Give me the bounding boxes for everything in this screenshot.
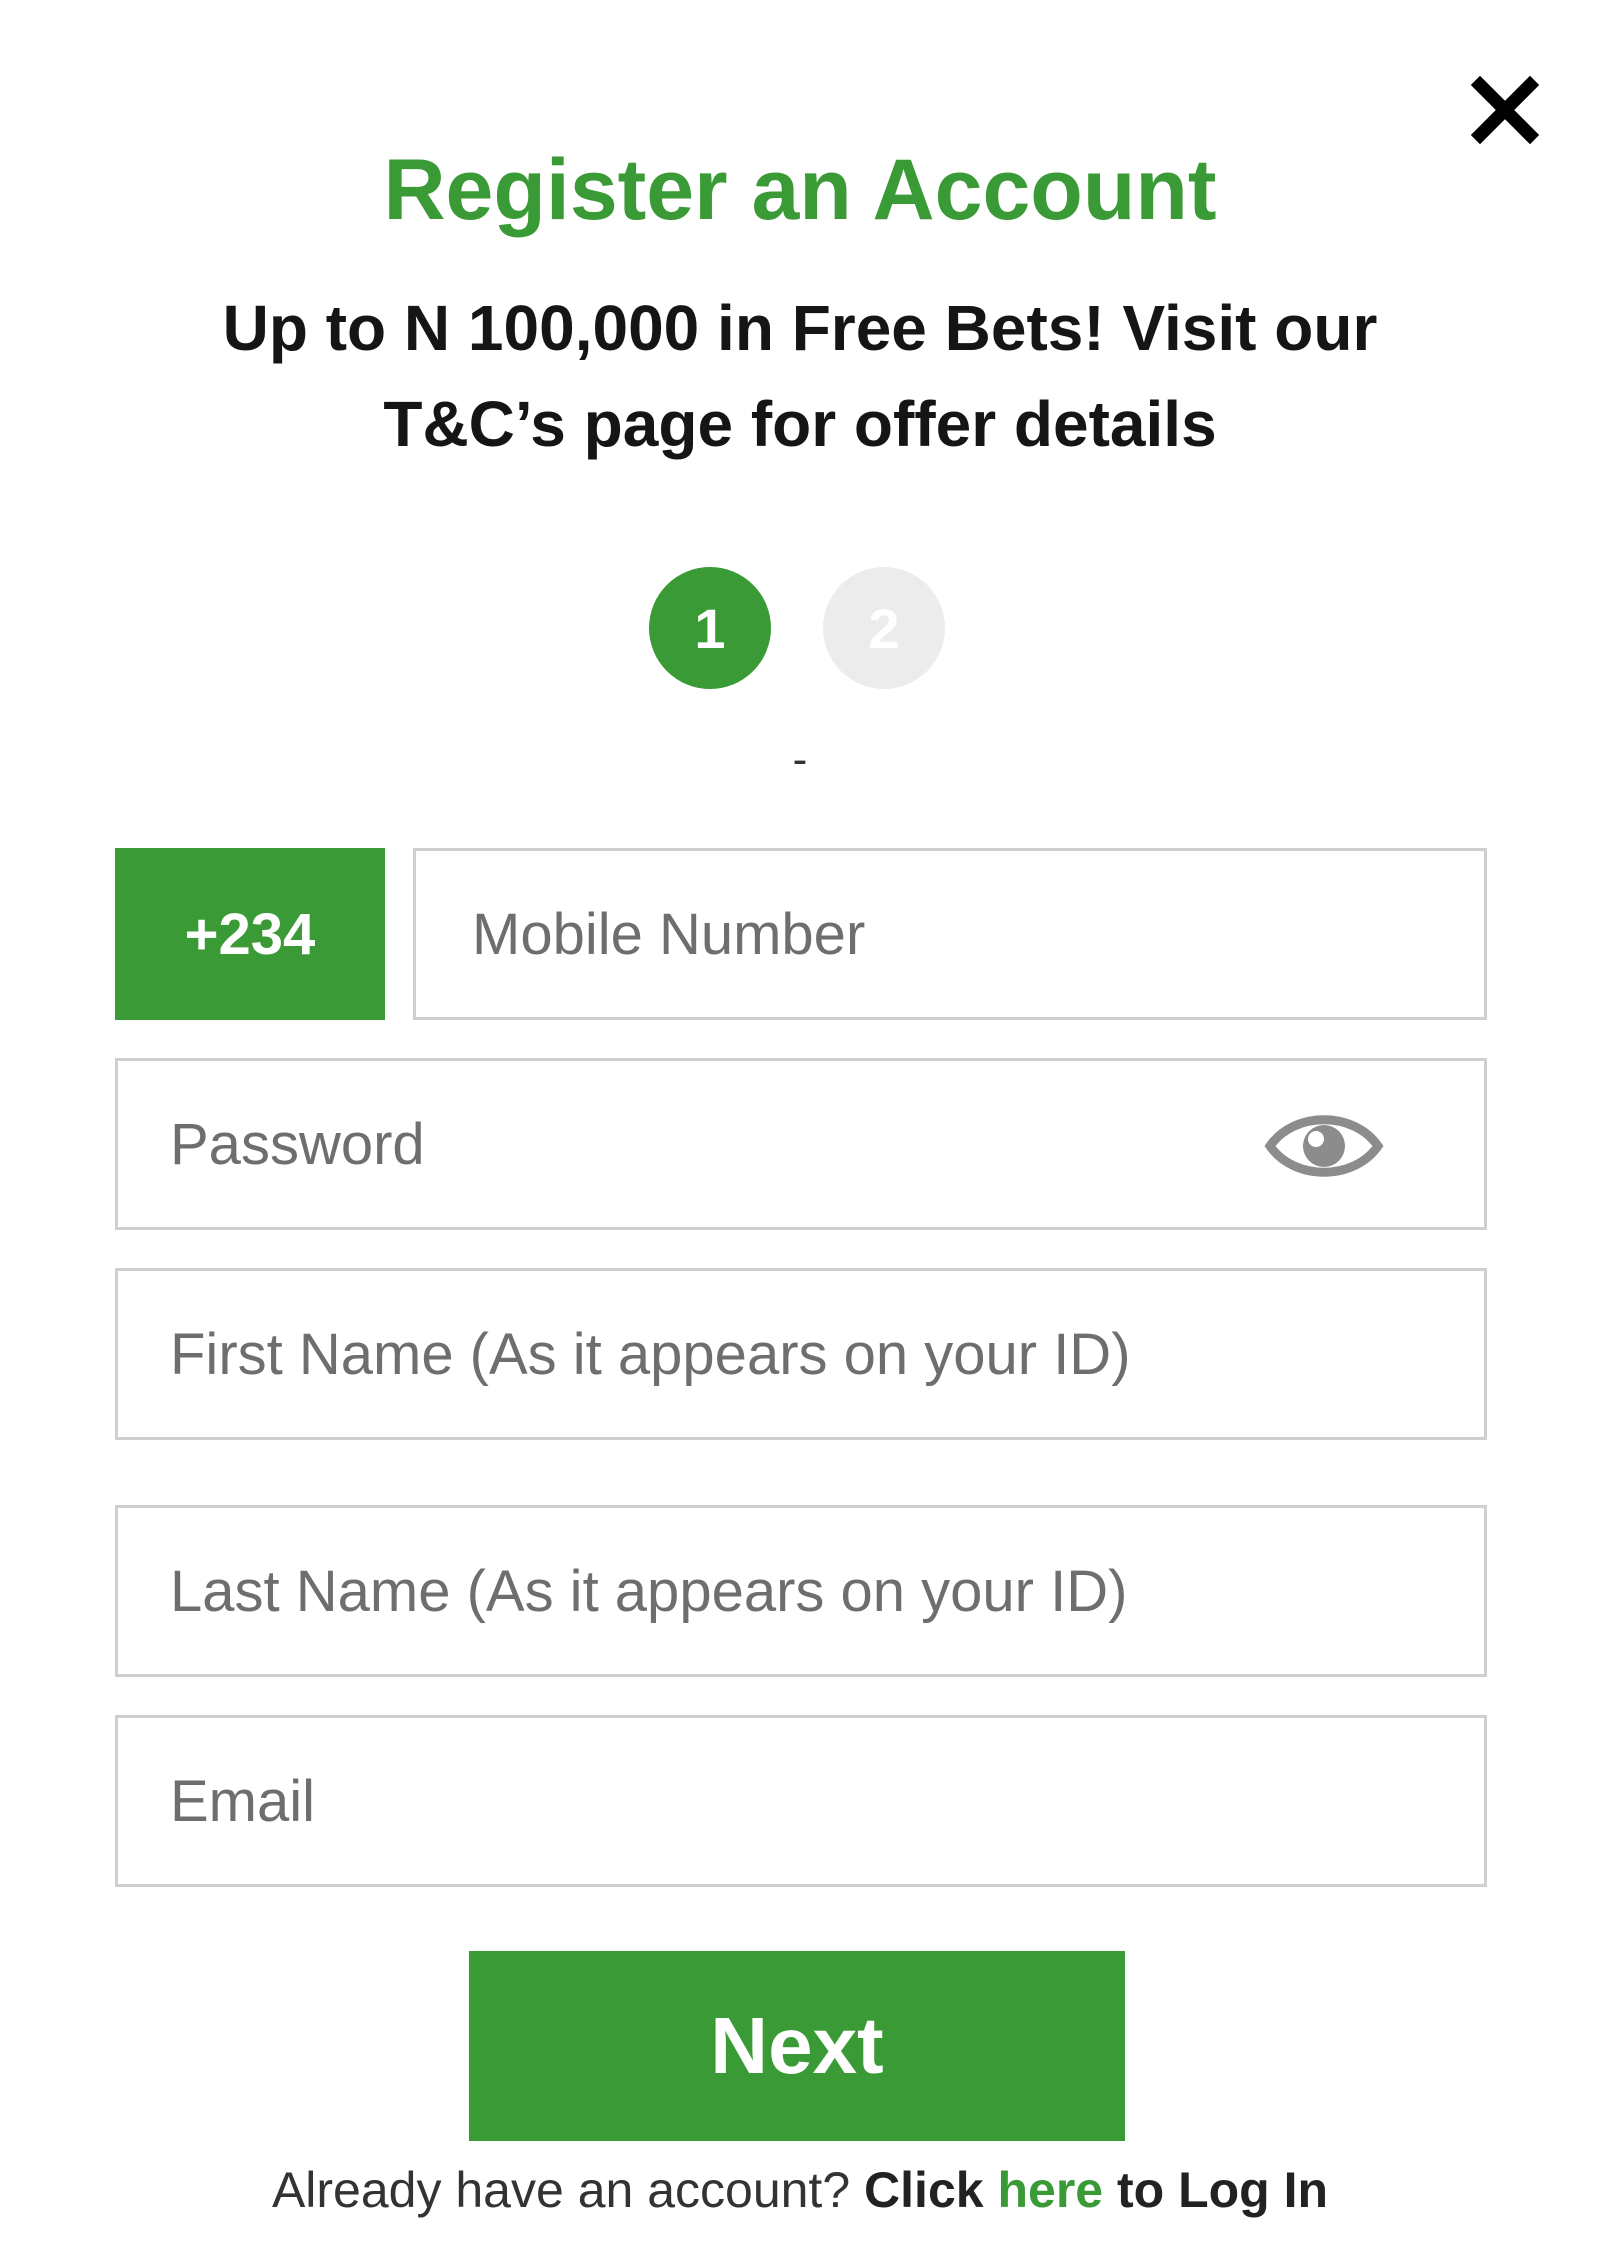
step-indicator-2: 2 <box>823 567 945 689</box>
login-prompt: Already have an account? Click here to L… <box>0 2155 1600 2225</box>
dialog-title: Register an Account <box>383 142 1217 238</box>
login-link[interactable]: here <box>997 2162 1103 2218</box>
eye-icon[interactable] <box>1264 1101 1384 1191</box>
country-code-button[interactable]: +234 <box>115 848 385 1020</box>
step-indicator-1: 1 <box>649 567 771 689</box>
step-separator: - <box>792 735 808 784</box>
next-button[interactable]: Next <box>469 1951 1125 2141</box>
login-prompt-click: Click <box>864 2162 984 2218</box>
close-icon[interactable] <box>1470 75 1540 145</box>
promo-subtitle: Up to N 100,000 in Free Bets! Visit our … <box>222 292 1378 460</box>
login-prompt-suffix: to Log In <box>1117 2162 1329 2218</box>
last-name-input[interactable] <box>118 1508 1484 1674</box>
first-name-field <box>115 1268 1487 1440</box>
first-name-input[interactable] <box>118 1271 1484 1437</box>
email-field <box>115 1715 1487 1887</box>
email-input[interactable] <box>118 1718 1484 1884</box>
login-prompt-text: Already have an account? <box>271 2162 851 2218</box>
last-name-field <box>115 1505 1487 1677</box>
mobile-number-field <box>413 848 1487 1020</box>
password-field <box>115 1058 1487 1230</box>
mobile-number-input[interactable] <box>416 851 1484 1017</box>
